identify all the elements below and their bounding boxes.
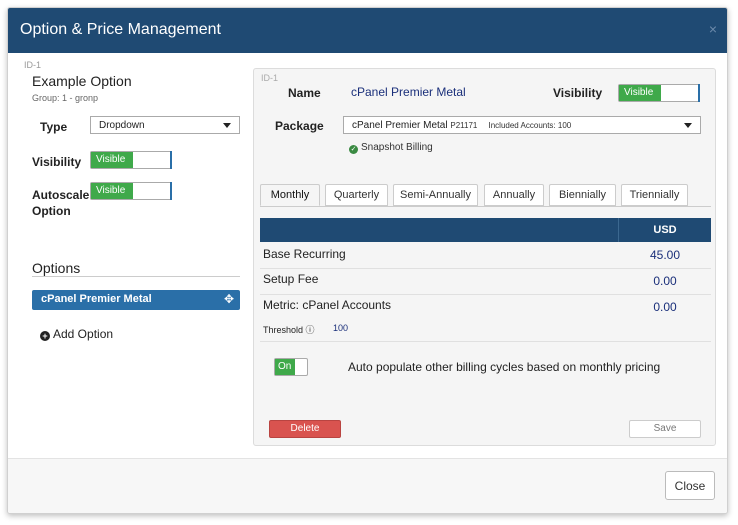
- autoscale-toggle-state: Visible: [91, 183, 133, 199]
- info-icon[interactable]: ⓘ: [306, 325, 315, 335]
- package-label: Package: [275, 119, 324, 133]
- options-heading: Options: [32, 260, 81, 276]
- detail-visibility-toggle[interactable]: Visible: [618, 84, 700, 102]
- pricing-table-header: USD: [260, 218, 711, 242]
- option-price-modal: Option & Price Management × ID-1 Example…: [7, 7, 728, 514]
- autoscale-label: Autoscale Option: [32, 188, 90, 218]
- row-label-metric: Metric: cPanel Accounts: [263, 298, 392, 312]
- detail-visibility-label: Visibility: [553, 86, 603, 100]
- divider: [260, 206, 711, 207]
- package-select[interactable]: cPanel Premier Metal P21171 Included Acc…: [343, 116, 701, 134]
- metric-price[interactable]: 0.00: [619, 300, 711, 314]
- auto-populate-text: Auto populate other billing cycles based…: [348, 360, 661, 374]
- package-code: P21171: [450, 121, 478, 130]
- setup-fee-price[interactable]: 0.00: [619, 274, 711, 288]
- threshold-label: Threshold ⓘ: [263, 323, 315, 336]
- divider: [260, 341, 711, 342]
- snapshot-billing: ✓ Snapshot Billing: [349, 142, 433, 154]
- option-id: ID-1: [24, 60, 42, 70]
- package-accounts: Included Accounts: 100: [488, 121, 572, 130]
- modal-title: Option & Price Management: [20, 21, 221, 38]
- autoscale-toggle[interactable]: Visible: [90, 182, 172, 200]
- detail-visibility-state: Visible: [619, 85, 661, 101]
- snapshot-label: Snapshot Billing: [361, 142, 433, 153]
- tab-triennially[interactable]: Triennially: [621, 184, 688, 206]
- list-item[interactable]: cPanel Premier Metal ✥: [32, 290, 240, 310]
- name-label: Name: [288, 86, 321, 100]
- toggle-edge: [170, 151, 172, 169]
- auto-populate-state: On: [275, 359, 295, 375]
- visibility-toggle-state: Visible: [91, 152, 133, 168]
- modal-header: Option & Price Management ×: [8, 8, 727, 53]
- check-circle-icon: ✓: [349, 145, 358, 154]
- tab-annually[interactable]: Annually: [484, 184, 544, 206]
- tab-quarterly[interactable]: Quarterly: [325, 184, 388, 206]
- divider: [32, 276, 240, 277]
- tab-monthly[interactable]: Monthly: [260, 184, 320, 206]
- option-detail-panel: ID-1 Name cPanel Premier Metal Visibilit…: [253, 68, 716, 446]
- type-label: Type: [40, 120, 68, 134]
- currency-header: USD: [653, 224, 677, 236]
- type-select[interactable]: Dropdown: [90, 116, 240, 134]
- type-select-value: Dropdown: [99, 120, 145, 131]
- threshold-text: Threshold: [263, 325, 304, 335]
- delete-button[interactable]: Delete: [269, 420, 341, 438]
- visibility-toggle[interactable]: Visible: [90, 151, 172, 169]
- detail-id: ID-1: [261, 73, 279, 83]
- tab-biennially[interactable]: Biennially: [549, 184, 616, 206]
- chevron-down-icon: [684, 123, 692, 128]
- option-name: Example Option: [32, 73, 132, 89]
- package-name: cPanel Premier Metal: [352, 120, 448, 131]
- plus-circle-icon: +: [40, 331, 50, 341]
- option-group: Group: 1 - gronp: [32, 93, 99, 103]
- row-label-base-recurring: Base Recurring: [263, 247, 346, 261]
- close-icon[interactable]: ×: [709, 21, 717, 37]
- chevron-down-icon: [223, 123, 231, 128]
- divider: [260, 268, 711, 269]
- divider: [260, 294, 711, 295]
- add-option-label: Add Option: [53, 327, 114, 341]
- modal-footer: Close: [8, 458, 727, 513]
- tab-semi-annually[interactable]: Semi-Annually: [393, 184, 478, 206]
- save-button[interactable]: Save: [629, 420, 701, 438]
- name-value[interactable]: cPanel Premier Metal: [351, 85, 466, 99]
- visibility-label: Visibility: [32, 155, 82, 169]
- auto-populate-toggle[interactable]: On: [274, 358, 308, 376]
- row-label-setup-fee: Setup Fee: [263, 272, 319, 286]
- move-icon[interactable]: ✥: [224, 292, 234, 306]
- toggle-edge: [698, 84, 700, 102]
- threshold-value[interactable]: 100: [333, 323, 348, 333]
- toggle-edge: [170, 182, 172, 200]
- close-button[interactable]: Close: [665, 471, 715, 500]
- option-item-label: cPanel Premier Metal: [41, 293, 152, 305]
- base-recurring-price[interactable]: 45.00: [619, 248, 711, 262]
- add-option-button[interactable]: + Add Option: [40, 327, 113, 341]
